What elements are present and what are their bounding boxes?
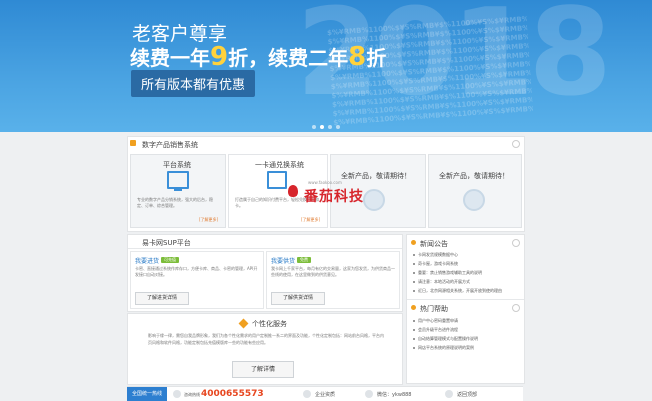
buy-desc: 卡密、直接通过系统作库存口，方便卡库、商品、卡密的管理，API开发接口自动对接。: [135, 266, 258, 277]
carousel-dot-1[interactable]: [312, 125, 316, 129]
buy-title[interactable]: 我要进货: [135, 256, 159, 265]
carousel-dot-2[interactable]: [320, 125, 324, 129]
news-more-icon[interactable]: [512, 239, 520, 247]
wechat-id: 微信：ykw888: [377, 392, 412, 398]
learn-more-link[interactable]: [了解更多]: [199, 217, 218, 223]
news-item[interactable]: 请注意：本地活动的开展方式: [413, 277, 502, 286]
help-item[interactable]: 用户中心密码重置申请: [413, 316, 478, 325]
help-icon: [411, 305, 416, 310]
news-list: 卡网发货规模数据中心 奇卡屋，游戏卡网系统 重要：禁止销售游戏辅助工具的说明 请…: [413, 250, 502, 295]
help-list: 用户中心密码重置申请 会员升级平台进件流程 自动结算管理模式与配置操作说明 网店…: [413, 316, 478, 352]
products-title-icon: [130, 140, 136, 146]
news-icon: [411, 240, 416, 245]
help-item[interactable]: 网店平台系统的原理说明的案例: [413, 343, 478, 352]
divider: [128, 248, 402, 249]
custom-panel: 个性化服务 影响于缘一律，需您自我品牌形象，我们为各个性化需求的用户定制推一系二…: [127, 313, 403, 385]
supply-desc: 我卡网上千家平台，每月有亿的交易量，这家为您发货，为供货商品一些线的使用，在这里…: [271, 266, 395, 277]
product-card-title: 平台系统: [163, 161, 191, 169]
supply-tag: 免费: [297, 257, 311, 263]
promo-banner[interactable]: 2018 $%¥RMB%1100%$¥S%RMB¥$%1100%¥S%$¥RMB…: [0, 0, 652, 132]
monitor-icon: [167, 171, 189, 191]
buy-card: 我要进货 可充值 卡密、直接通过系统作库存口，方便卡库、商品、卡密的管理，API…: [130, 251, 264, 309]
top-icon: [445, 390, 453, 398]
banner-promo-pill: 所有版本都有优惠: [131, 70, 256, 97]
divider: [407, 299, 524, 300]
help-item[interactable]: 自动结算管理模式与配置操作说明: [413, 334, 478, 343]
expand-icon[interactable]: [512, 140, 520, 148]
tomato-logo-icon: [288, 185, 298, 197]
watermark-name: 番茄科技: [304, 189, 364, 205]
supply-detail-button[interactable]: 了解供货详情: [271, 292, 325, 305]
wrench-icon: [238, 318, 249, 329]
footer-bar: 全国统一热线 咨询热线 4000655573 企业资质 微信：ykw888 返回…: [127, 386, 523, 401]
custom-desc: 影响于缘一律，需您自我品牌形象，我们为各个性化需求的用户定制推一系二的界面及功能…: [148, 333, 384, 345]
company-icon: [303, 390, 311, 398]
company-link[interactable]: 企业资质: [315, 391, 335, 398]
sup-panel: 易卡网SUP平台 我要进货 可充值 卡密、直接通过系统作库存口，方便卡库、商品、…: [127, 234, 403, 312]
carousel-dot-4[interactable]: [336, 125, 340, 129]
refresh-icon: [463, 189, 485, 211]
refresh-icon: [363, 189, 385, 211]
carousel-dot-3[interactable]: [328, 125, 332, 129]
phone-icon: [173, 390, 181, 398]
product-card-coming-soon: 全新产品，敬请期待！: [428, 154, 522, 228]
product-card-desc: 专业的数字产品分销系统，强大的后台，稳定、订单、综合管理。: [137, 197, 213, 208]
product-card-title: 一卡通兑换系统: [255, 161, 304, 169]
watermark-site: www.faokoo.com: [308, 180, 342, 185]
supply-title[interactable]: 我要供货: [271, 256, 295, 265]
buy-detail-button[interactable]: 了解进货详情: [135, 292, 189, 305]
product-card-title: 全新产品，敬请期待！: [439, 172, 509, 180]
news-item[interactable]: 近日，北京网源相关系统，开展开放到使的理由: [413, 286, 502, 295]
banner-headline: 续费一年9折，续费二年8折: [130, 42, 387, 72]
product-card-platform[interactable]: 平台系统 专业的数字产品分销系统，强大的后台，稳定、订单、综合管理。 [了解更多…: [130, 154, 226, 228]
sup-title: 易卡网SUP平台: [142, 239, 191, 247]
product-card-title: 全新产品，敬请期待！: [341, 172, 411, 180]
hotline-badge: 全国统一热线: [127, 387, 167, 401]
custom-title: 个性化服务: [252, 320, 287, 328]
wechat-icon: [365, 390, 373, 398]
supply-card: 我要供货 免费 我卡网上千家平台，每月有亿的交易量，这家为您发货，为供货商品一些…: [266, 251, 400, 309]
news-item[interactable]: 卡网发货规模数据中心: [413, 250, 502, 259]
sidebar-panel: 新闻公告 卡网发货规模数据中心 奇卡屋，游戏卡网系统 重要：禁止销售游戏辅助工具…: [406, 234, 525, 384]
news-item[interactable]: 奇卡屋，游戏卡网系统: [413, 259, 502, 268]
buy-tag: 可充值: [161, 257, 179, 263]
help-more-icon[interactable]: [512, 304, 520, 312]
products-title: 数字产品销售系统: [142, 141, 198, 149]
help-title: 热门帮助: [420, 305, 448, 313]
news-item[interactable]: 重要：禁止销售游戏辅助工具的说明: [413, 268, 502, 277]
learn-more-link[interactable]: [了解更多]: [301, 217, 320, 223]
hotline-number: 4000655573: [201, 389, 264, 399]
back-to-top-link[interactable]: 返回顶部: [457, 391, 477, 398]
news-title: 新闻公告: [420, 240, 448, 248]
help-item[interactable]: 会员升级平台进件流程: [413, 325, 478, 334]
custom-detail-button[interactable]: 了解详情: [232, 361, 294, 378]
hotline-label: 咨询热线: [184, 392, 200, 397]
id-card-icon: [267, 171, 287, 189]
